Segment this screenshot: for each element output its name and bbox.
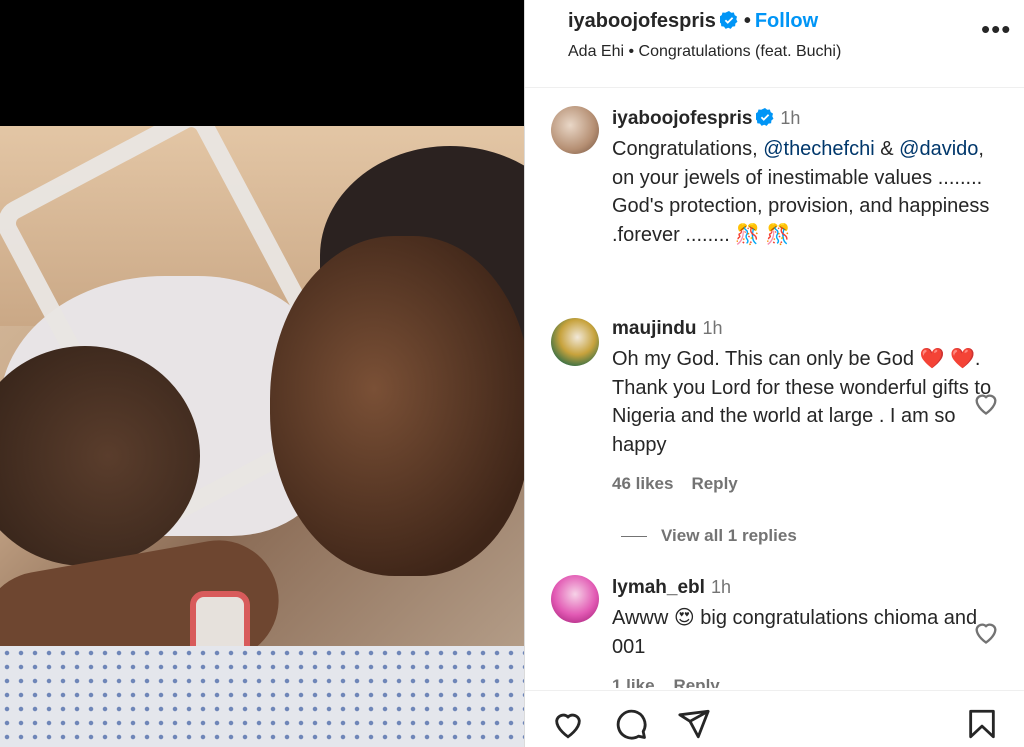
comment-likes[interactable]: 46 likes	[612, 474, 673, 493]
comment-time: 1h	[710, 577, 731, 597]
heart-icon[interactable]	[551, 707, 585, 741]
comment-user-row: maujindu 1h	[612, 318, 722, 340]
mention-davido[interactable]: @davido	[899, 138, 978, 160]
comment-meta: 1 like Reply	[612, 676, 720, 688]
comment-time: 1h	[702, 318, 723, 338]
comment-user-row: lymah_ebl 1h	[612, 577, 731, 599]
comment-username[interactable]: maujindu	[612, 318, 696, 339]
post-video[interactable]	[0, 126, 524, 747]
caption-text: Congratulations, @thechefchi & @davido, …	[612, 135, 992, 249]
caption-username[interactable]: iyaboojofespris	[612, 108, 752, 129]
comment-text: Oh my God. This can only be God ❤️ ❤️. T…	[612, 348, 992, 456]
header-audio-track[interactable]: Ada Ehi • Congratulations (feat. Buchi)	[568, 43, 841, 61]
caption-text-before: Congratulations,	[612, 138, 764, 160]
follow-button[interactable]: Follow	[755, 10, 818, 32]
comment-text: Awww 😍 big congratulations chioma and 00…	[612, 607, 978, 658]
comment-likes[interactable]: 1 like	[612, 676, 655, 688]
video-hospital-gown	[0, 646, 524, 747]
verified-badge-icon	[756, 108, 774, 126]
header-user-row: iyaboojofespris • Follow	[568, 10, 818, 33]
comment-meta: 46 likes Reply	[612, 474, 756, 494]
reply-button[interactable]: Reply	[691, 474, 737, 493]
view-replies-button[interactable]: View all 1 replies	[661, 526, 797, 546]
caption-user-row: iyaboojofespris 1h	[612, 108, 800, 130]
mention-thechefchi[interactable]: @thechefchi	[763, 138, 874, 160]
share-icon[interactable]	[677, 707, 711, 741]
post-side-panel: iyaboojofespris • Follow Ada Ehi • Congrat…	[524, 0, 1024, 747]
comment-avatar[interactable]	[551, 318, 599, 366]
caption-avatar[interactable]	[551, 106, 599, 154]
comment-icon[interactable]	[614, 707, 648, 741]
post-header: iyaboojofespris • Follow Ada Ehi • Congrat…	[525, 0, 1024, 88]
action-bar	[525, 690, 1024, 747]
caption-text-mid: &	[874, 138, 900, 160]
header-separator-dot: •	[743, 10, 751, 32]
verified-badge-icon	[719, 11, 738, 29]
bookmark-icon[interactable]	[965, 707, 999, 741]
post-media[interactable]	[0, 0, 524, 747]
video-face	[270, 236, 524, 576]
reply-button[interactable]: Reply	[673, 676, 719, 688]
header-username[interactable]: iyaboojofespris	[568, 10, 716, 32]
comment-username[interactable]: lymah_ebl	[612, 577, 705, 598]
comment-avatar[interactable]	[551, 575, 599, 623]
heart-icon[interactable]	[972, 618, 1000, 646]
caption-time[interactable]: 1h	[780, 108, 800, 128]
heart-icon[interactable]	[972, 389, 1000, 417]
more-options-icon[interactable]: •••	[981, 16, 1011, 44]
